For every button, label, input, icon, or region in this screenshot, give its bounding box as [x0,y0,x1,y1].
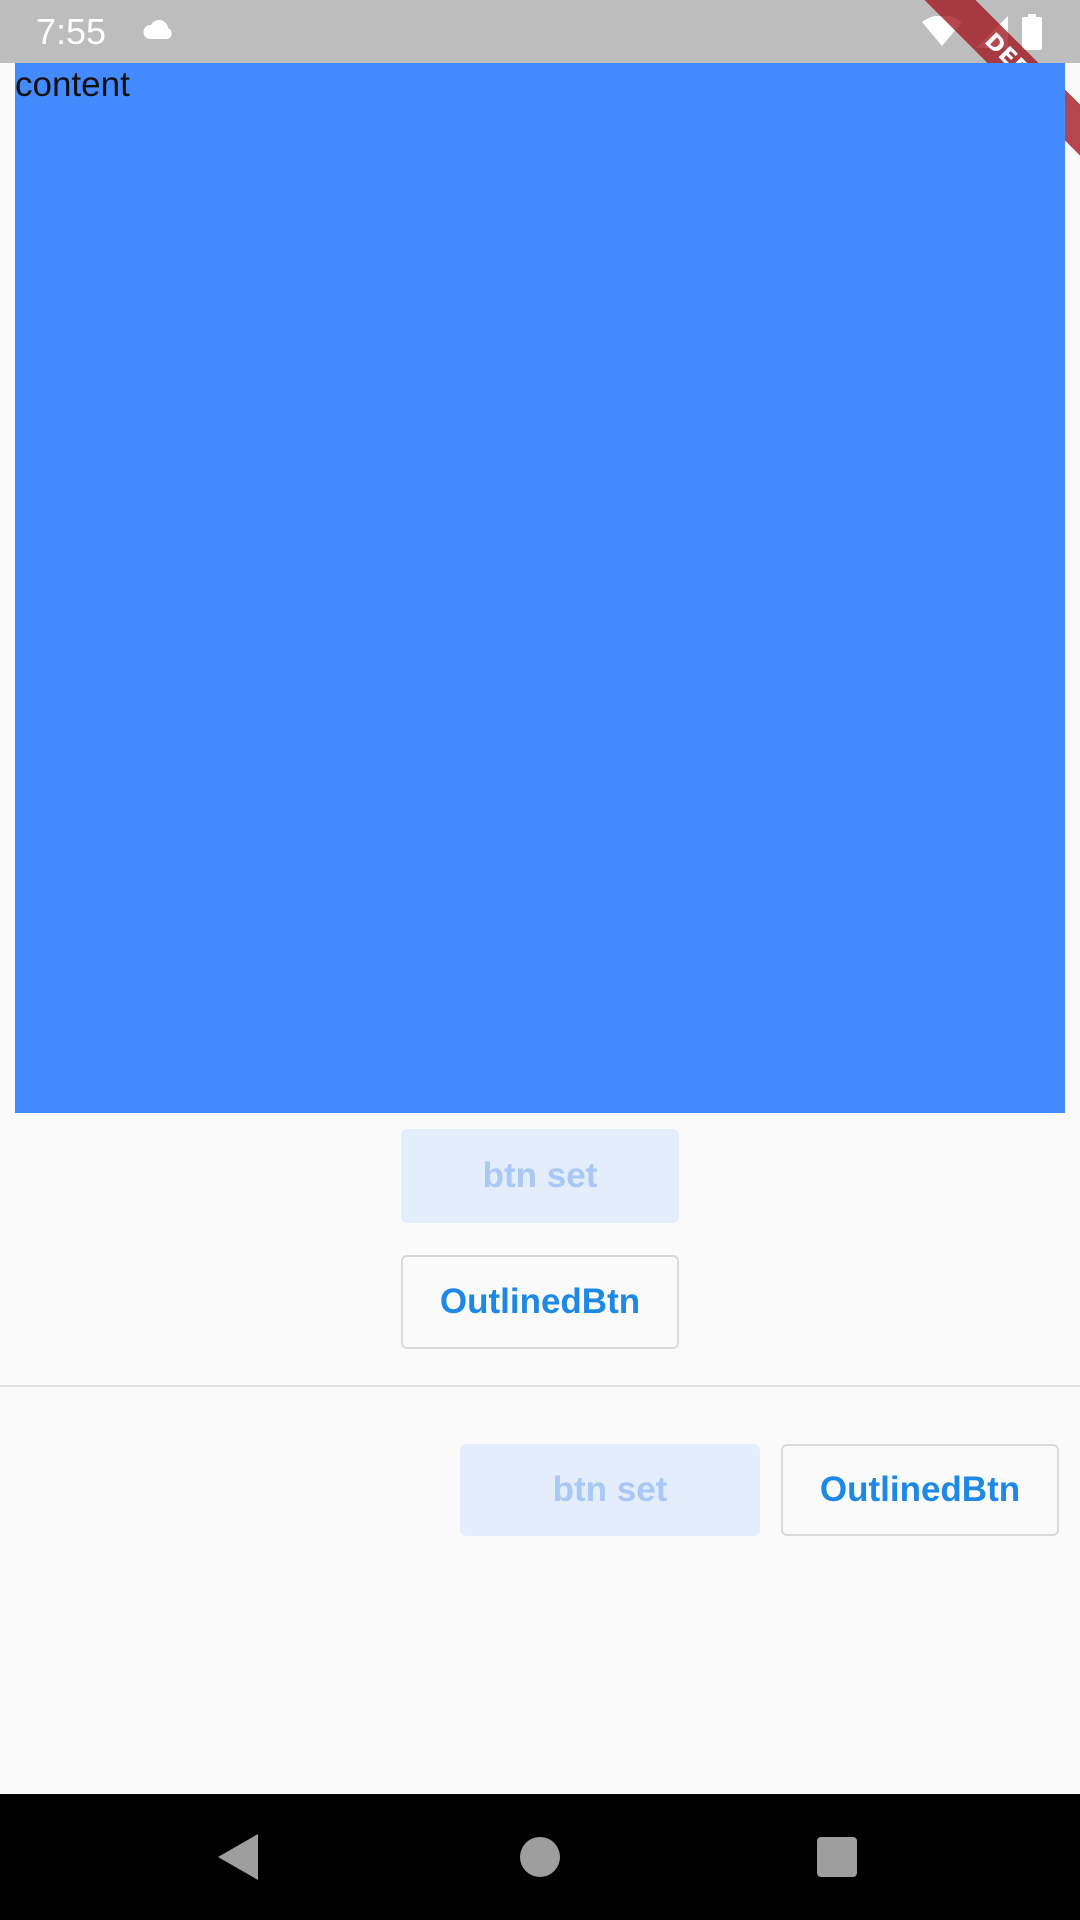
cell-signal-icon [976,16,1008,48]
outlined-button-row[interactable]: OutlinedBtn [781,1444,1059,1536]
btn-set-button-row[interactable]: btn set [460,1444,760,1536]
status-time: 7:55 [36,11,107,52]
battery-icon [1022,14,1042,50]
divider [0,1385,1080,1387]
recents-icon[interactable] [817,1837,857,1877]
navigation-bar [0,1794,1080,1920]
outlined-button[interactable]: OutlinedBtn [401,1255,679,1349]
back-icon[interactable] [218,1834,258,1880]
status-bar: 7:55 [0,0,1080,63]
wifi-icon [922,16,962,46]
content-container: content [15,63,1065,1113]
status-icons [922,12,1042,52]
home-icon[interactable] [520,1837,560,1877]
cloud-icon [143,20,172,39]
content-label: content [15,65,130,104]
btn-set-button[interactable]: btn set [401,1129,679,1223]
